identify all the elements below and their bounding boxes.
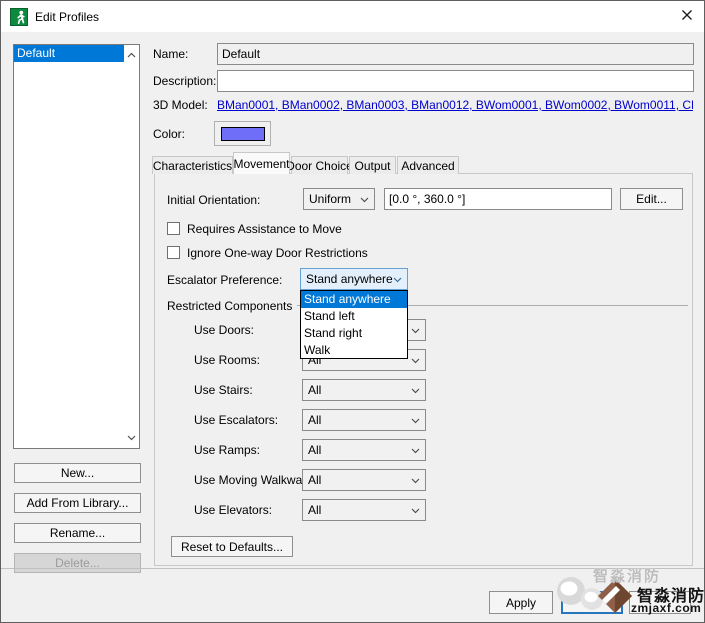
use-elevators-combo[interactable]: All [302, 499, 426, 521]
window-title: Edit Profiles [35, 10, 99, 24]
add-from-library-button[interactable]: Add From Library... [14, 493, 141, 513]
chevron-down-icon [411, 413, 420, 427]
edit-profiles-dialog: Edit Profiles Default New... Add From Li… [0, 0, 705, 623]
ignore-one-way-checkbox[interactable] [167, 246, 180, 259]
dropdown-option-stand-left[interactable]: Stand left [301, 308, 407, 325]
orientation-distribution-combo[interactable]: Uniform [303, 188, 375, 210]
model-link[interactable]: BMan0001, BMan0002, BMan0003, BMan0012, … [217, 98, 693, 112]
orientation-range-field[interactable]: [0.0 °, 360.0 °] [384, 188, 612, 210]
restricted-components-label: Restricted Components [167, 299, 292, 313]
color-label: Color: [153, 127, 185, 141]
cancel-button[interactable] [629, 591, 691, 614]
new-button[interactable]: New... [14, 463, 141, 483]
edit-orientation-button[interactable]: Edit... [620, 188, 683, 210]
list-item-default[interactable]: Default [14, 45, 124, 62]
title-bar: Edit Profiles [1, 1, 704, 32]
escalator-preference-combo[interactable]: Stand anywhere [300, 268, 408, 290]
scroll-down-icon[interactable] [124, 431, 139, 445]
chevron-down-icon [411, 473, 420, 487]
chevron-down-icon [360, 192, 369, 206]
chevron-down-icon [411, 353, 420, 367]
tab-door-choice[interactable]: Door Choice [291, 156, 348, 174]
close-button[interactable] [669, 1, 704, 32]
pathfinder-app-icon [10, 8, 28, 26]
chevron-down-icon [411, 323, 420, 337]
use-moving-walkways-combo[interactable]: All [302, 469, 426, 491]
ok-button[interactable] [561, 591, 623, 614]
profiles-list[interactable]: Default [13, 44, 140, 449]
use-escalators-combo[interactable]: All [302, 409, 426, 431]
chevron-down-icon [393, 272, 402, 286]
tab-characteristics[interactable]: Characteristics [152, 156, 233, 174]
dropdown-option-stand-anywhere[interactable]: Stand anywhere [301, 291, 407, 308]
use-ramps-label: Use Ramps: [194, 443, 260, 457]
use-doors-label: Use Doors: [194, 323, 254, 337]
color-swatch-fill [221, 127, 265, 141]
ignore-one-way-label: Ignore One-way Door Restrictions [187, 246, 368, 260]
dropdown-option-stand-right[interactable]: Stand right [301, 325, 407, 342]
use-escalators-label: Use Escalators: [194, 413, 278, 427]
name-field[interactable]: Default [217, 43, 694, 65]
chevron-down-icon [411, 443, 420, 457]
delete-button: Delete... [14, 553, 141, 573]
initial-orientation-label: Initial Orientation: [167, 193, 260, 207]
tab-movement[interactable]: Movement [233, 152, 290, 174]
close-icon [681, 8, 693, 26]
requires-assistance-checkbox[interactable] [167, 222, 180, 235]
chevron-down-icon [411, 383, 420, 397]
model-label: 3D Model: [153, 98, 208, 112]
color-swatch-button[interactable] [214, 121, 271, 146]
apply-button[interactable]: Apply [489, 591, 553, 614]
footer-divider [1, 568, 704, 569]
scroll-up-icon[interactable] [124, 48, 139, 62]
description-field[interactable] [217, 70, 694, 92]
use-ramps-combo[interactable]: All [302, 439, 426, 461]
use-elevators-label: Use Elevators: [194, 503, 272, 517]
chevron-down-icon [411, 503, 420, 517]
requires-assistance-label: Requires Assistance to Move [187, 222, 342, 236]
tab-advanced[interactable]: Advanced [397, 156, 459, 174]
escalator-preference-label: Escalator Preference: [167, 273, 282, 287]
rename-button[interactable]: Rename... [14, 523, 141, 543]
use-stairs-label: Use Stairs: [194, 383, 253, 397]
dropdown-option-walk[interactable]: Walk [301, 342, 407, 359]
name-label: Name: [153, 47, 188, 61]
use-rooms-label: Use Rooms: [194, 353, 260, 367]
reset-to-defaults-button[interactable]: Reset to Defaults... [171, 536, 293, 557]
tab-output[interactable]: Output [349, 156, 396, 174]
use-moving-walkways-label: Use Moving Walkways: [194, 473, 318, 487]
use-stairs-combo[interactable]: All [302, 379, 426, 401]
escalator-preference-dropdown[interactable]: Stand anywhere Stand left Stand right Wa… [300, 290, 408, 359]
description-label: Description: [153, 74, 216, 88]
